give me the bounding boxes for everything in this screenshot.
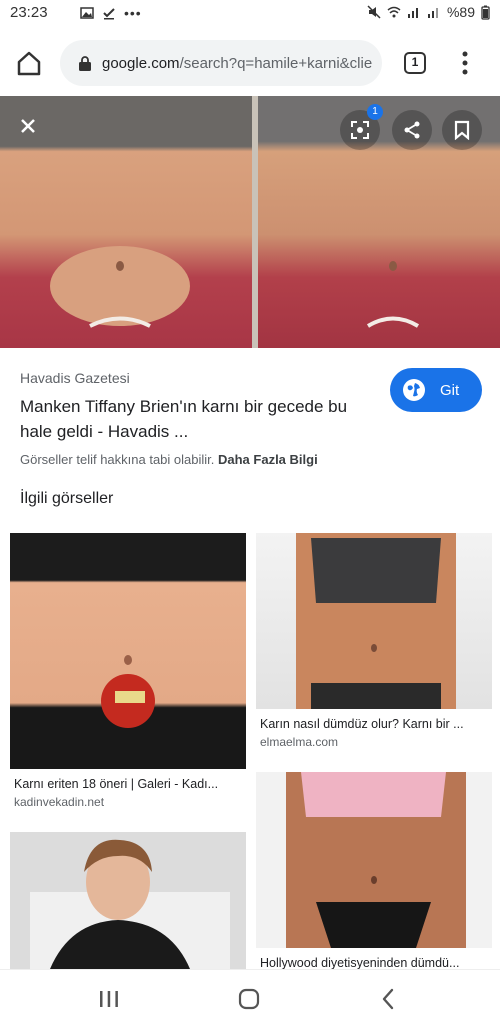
- image-info-panel: Havadis Gazetesi Manken Tiffany Brien'ın…: [0, 348, 500, 478]
- signal-icon-1: [407, 8, 418, 18]
- back-icon[interactable]: [376, 986, 402, 1012]
- related-site-1: kadinvekadin.net: [14, 795, 105, 809]
- related-site-2: elmaelma.com: [260, 735, 339, 749]
- bookmark-icon: [454, 120, 470, 140]
- more-info-link[interactable]: Daha Fazla Bilgi: [218, 452, 318, 467]
- related-thumb-2: [256, 533, 492, 709]
- download-done-icon: [103, 8, 115, 20]
- related-thumb-4: [256, 772, 492, 948]
- related-images-heading: İlgili görseller: [20, 490, 114, 507]
- tabs-icon[interactable]: 1: [404, 52, 426, 74]
- signal-icon-2: [427, 8, 438, 18]
- visit-label: Git: [440, 381, 460, 399]
- recents-icon[interactable]: [96, 986, 122, 1012]
- save-button[interactable]: [442, 110, 482, 150]
- source-name: Havadis Gazetesi: [20, 370, 130, 386]
- related-item-2[interactable]: Karın nasıl dümdüz olur? Karnı bir ... e…: [256, 533, 492, 753]
- battery-icon: [481, 5, 490, 20]
- related-item-4[interactable]: Hollywood diyetisyeninden dümdü...: [256, 772, 492, 970]
- status-time: 23:23: [10, 4, 48, 21]
- lens-badge: 1: [367, 104, 383, 120]
- browser-toolbar: google.com/search?q=hamile+karni&clie 1: [0, 28, 500, 96]
- related-caption-4: Hollywood diyetisyeninden dümdü...: [260, 956, 460, 970]
- share-button[interactable]: [392, 110, 432, 150]
- wifi-icon: [387, 6, 401, 18]
- visit-button[interactable]: Git: [390, 368, 482, 412]
- preview-image[interactable]: [0, 96, 500, 348]
- share-icon: [404, 121, 420, 139]
- url-text: google.com/search?q=hamile+karni&clie: [102, 55, 372, 72]
- related-thumb-1: [10, 533, 246, 769]
- image-title[interactable]: Manken Tiffany Brien'ın karnı bir gecede…: [20, 394, 380, 444]
- copyright-text: Görseller telif hakkına tabi olabilir.: [20, 452, 215, 467]
- lock-icon: [79, 56, 91, 71]
- tab-count: 1: [411, 55, 419, 69]
- more-vert-icon[interactable]: [458, 50, 472, 76]
- related-thumb-3: [10, 832, 246, 969]
- home-nav-icon[interactable]: [236, 986, 262, 1012]
- status-bar: 23:23 ••• %89: [0, 0, 500, 28]
- close-icon: [21, 119, 35, 133]
- mute-icon: [367, 5, 381, 19]
- close-button[interactable]: [8, 106, 48, 146]
- url-path: /search?q=hamile+karni&clie: [179, 54, 373, 72]
- more-notifications-icon: •••: [124, 5, 142, 21]
- battery-level: %89: [446, 4, 475, 20]
- related-caption-1: Karnı eriten 18 öneri | Galeri - Kadı...: [14, 777, 219, 791]
- related-caption-2: Karın nasıl dümdüz olur? Karnı bir ...: [260, 717, 464, 731]
- copyright-notice: Görseller telif hakkına tabi olabilir. D…: [20, 452, 318, 467]
- related-item-1[interactable]: Karnı eriten 18 öneri | Galeri - Kadı...…: [10, 533, 246, 813]
- url-host: google.com: [102, 54, 180, 72]
- system-nav-bar: [0, 969, 500, 1028]
- related-item-3[interactable]: [10, 832, 246, 969]
- lens-icon: [351, 121, 369, 139]
- gallery-icon: [80, 7, 94, 19]
- home-icon[interactable]: [14, 48, 44, 78]
- address-bar[interactable]: google.com/search?q=hamile+karni&clie: [60, 40, 382, 86]
- globe-icon: [403, 379, 425, 401]
